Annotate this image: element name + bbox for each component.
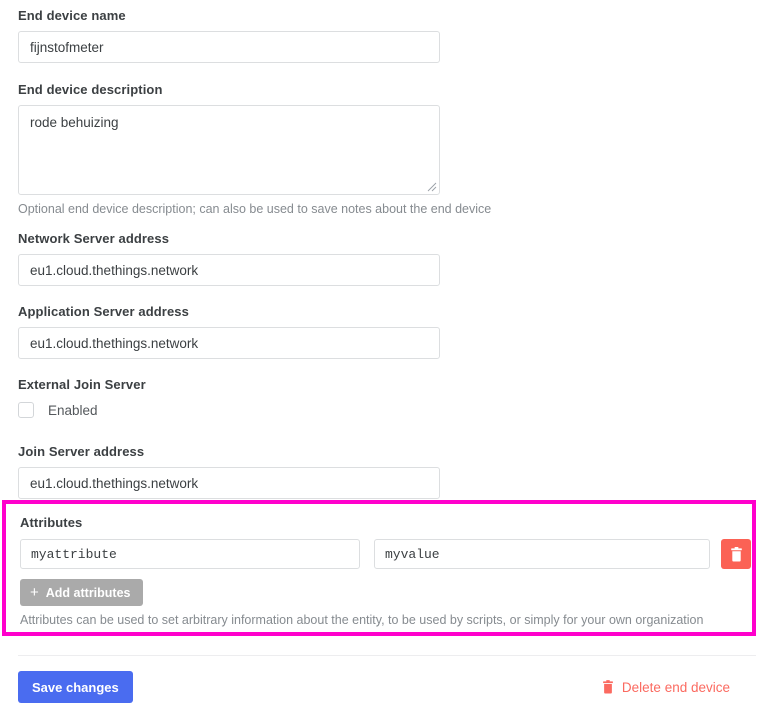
join-server-address-input[interactable] bbox=[18, 467, 440, 499]
application-server-address-label: Application Server address bbox=[18, 304, 189, 319]
end-device-name-label: End device name bbox=[18, 8, 126, 23]
network-server-address-input[interactable] bbox=[18, 254, 440, 286]
end-device-description-wrap bbox=[18, 105, 440, 195]
plus-icon: + bbox=[30, 584, 39, 601]
end-device-general-settings-form: End device name End device description O… bbox=[0, 0, 768, 709]
end-device-description-label: End device description bbox=[18, 82, 163, 97]
attribute-key-input[interactable] bbox=[20, 539, 360, 569]
attribute-row bbox=[20, 539, 752, 569]
network-server-address-label: Network Server address bbox=[18, 231, 170, 246]
field-end-device-name: End device name bbox=[0, 8, 440, 63]
attributes-label: Attributes bbox=[20, 515, 83, 530]
end-device-name-input[interactable] bbox=[18, 31, 440, 63]
attribute-value-input[interactable] bbox=[374, 539, 710, 569]
field-external-join-server: External Join Server Enabled bbox=[0, 377, 146, 418]
external-join-server-checkbox-row[interactable]: Enabled bbox=[18, 402, 146, 418]
add-attributes-button-label: Add attributes bbox=[45, 585, 131, 600]
external-join-server-checkbox[interactable] bbox=[18, 402, 34, 418]
field-join-server-address: Join Server address bbox=[0, 444, 440, 499]
external-join-server-checkbox-label: Enabled bbox=[48, 402, 98, 418]
trash-icon bbox=[603, 680, 613, 694]
delete-attribute-button[interactable] bbox=[721, 539, 751, 569]
field-end-device-description: End device description Optional end devi… bbox=[0, 82, 491, 217]
delete-end-device-link[interactable]: Delete end device bbox=[602, 680, 730, 695]
external-join-server-label: External Join Server bbox=[18, 377, 146, 392]
attributes-helper-text: Attributes can be used to set arbitrary … bbox=[20, 613, 704, 627]
add-attributes-button[interactable]: + Add attributes bbox=[20, 579, 143, 606]
trash-icon bbox=[730, 546, 742, 561]
delete-end-device-label: Delete end device bbox=[621, 679, 730, 695]
attributes-section-highlight: Attributes + Add attributes Attributes c… bbox=[2, 500, 756, 636]
field-application-server-address: Application Server address bbox=[0, 304, 440, 359]
join-server-address-label: Join Server address bbox=[18, 444, 145, 459]
application-server-address-input[interactable] bbox=[18, 327, 440, 359]
end-device-description-helper: Optional end device description; can als… bbox=[18, 202, 492, 216]
save-changes-button[interactable]: Save changes bbox=[18, 671, 133, 703]
field-network-server-address: Network Server address bbox=[0, 231, 440, 286]
end-device-description-textarea[interactable] bbox=[18, 105, 440, 195]
attributes-section: Attributes + Add attributes Attributes c… bbox=[6, 504, 752, 628]
form-footer: Save changes Delete end device bbox=[18, 655, 756, 703]
